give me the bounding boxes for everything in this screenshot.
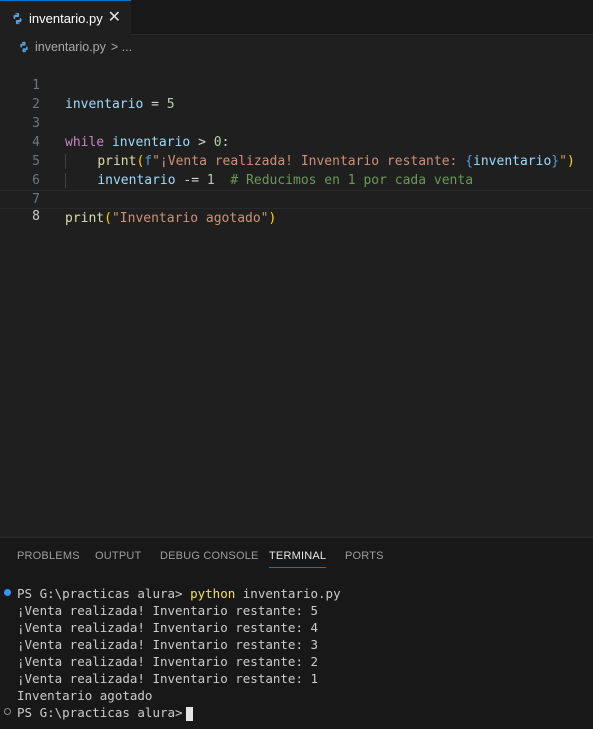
tab-problems[interactable]: PROBLEMS: [17, 550, 80, 562]
tab-ports[interactable]: PORTS: [345, 550, 384, 562]
code-line: 6: [0, 152, 593, 188]
breadcrumb-file[interactable]: inventario.py: [35, 40, 106, 54]
code-editor[interactable]: 1 inventario = 5 2 3 while inventario > …: [0, 57, 593, 537]
line-number: 8: [32, 209, 40, 224]
tab-debug-console[interactable]: DEBUG CONSOLE: [160, 550, 259, 562]
editor-tab-bar: inventario.py ✕: [0, 0, 593, 35]
terminal-output-line: ¡Venta realizada! Inventario restante: 2: [17, 654, 319, 669]
code-line-current: 8: [0, 190, 593, 224]
terminal-output-line: ¡Venta realizada! Inventario restante: 3: [17, 637, 319, 652]
breadcrumb: inventario.py > ...: [0, 36, 593, 58]
terminal-output-line: ¡Venta realizada! Inventario restante: 4: [17, 620, 319, 635]
code-line: 5 inventario -= 1 # Reducimos en 1 por c…: [0, 133, 593, 188]
code-line: 7 print("Inventario agotado"): [0, 171, 593, 226]
terminal-command: python: [190, 586, 236, 601]
command-success-dot-icon[interactable]: [4, 589, 11, 596]
code-line: 3 while inventario > 0:: [0, 95, 593, 150]
terminal-command-arg: inventario.py: [235, 586, 341, 601]
code-line: 1 inventario = 5: [0, 57, 593, 112]
terminal-prompt: PS G:\practicas alura>: [17, 705, 183, 720]
code-line: 4 print(f"¡Venta realizada! Inventario r…: [0, 114, 593, 169]
terminal-output-line: ¡Venta realizada! Inventario restante: 1: [17, 671, 319, 686]
tab-terminal[interactable]: TERMINAL: [269, 550, 327, 568]
close-icon[interactable]: ✕: [108, 10, 121, 26]
python-file-icon: [20, 41, 28, 53]
code-line: 2: [0, 76, 593, 112]
terminal-output-line: Inventario agotado: [17, 688, 153, 703]
terminal-prompt-line: PS G:\practicas alura> python inventario…: [17, 585, 341, 602]
tab-output[interactable]: OUTPUT: [95, 550, 141, 562]
tab-inventario-py[interactable]: inventario.py ✕: [0, 0, 131, 35]
terminal-input-line[interactable]: PS G:\practicas alura>: [17, 704, 193, 721]
python-file-icon: [13, 12, 22, 24]
tab-label: inventario.py: [29, 10, 103, 26]
command-idle-dot-icon[interactable]: [4, 708, 11, 715]
terminal-cursor: [185, 706, 193, 721]
terminal-prompt: PS G:\practicas alura>: [17, 586, 191, 601]
bottom-panel: PROBLEMS OUTPUT DEBUG CONSOLE TERMINAL P…: [0, 537, 593, 729]
breadcrumb-rest[interactable]: > ...: [111, 40, 132, 54]
terminal-output-line: ¡Venta realizada! Inventario restante: 5: [17, 603, 319, 618]
